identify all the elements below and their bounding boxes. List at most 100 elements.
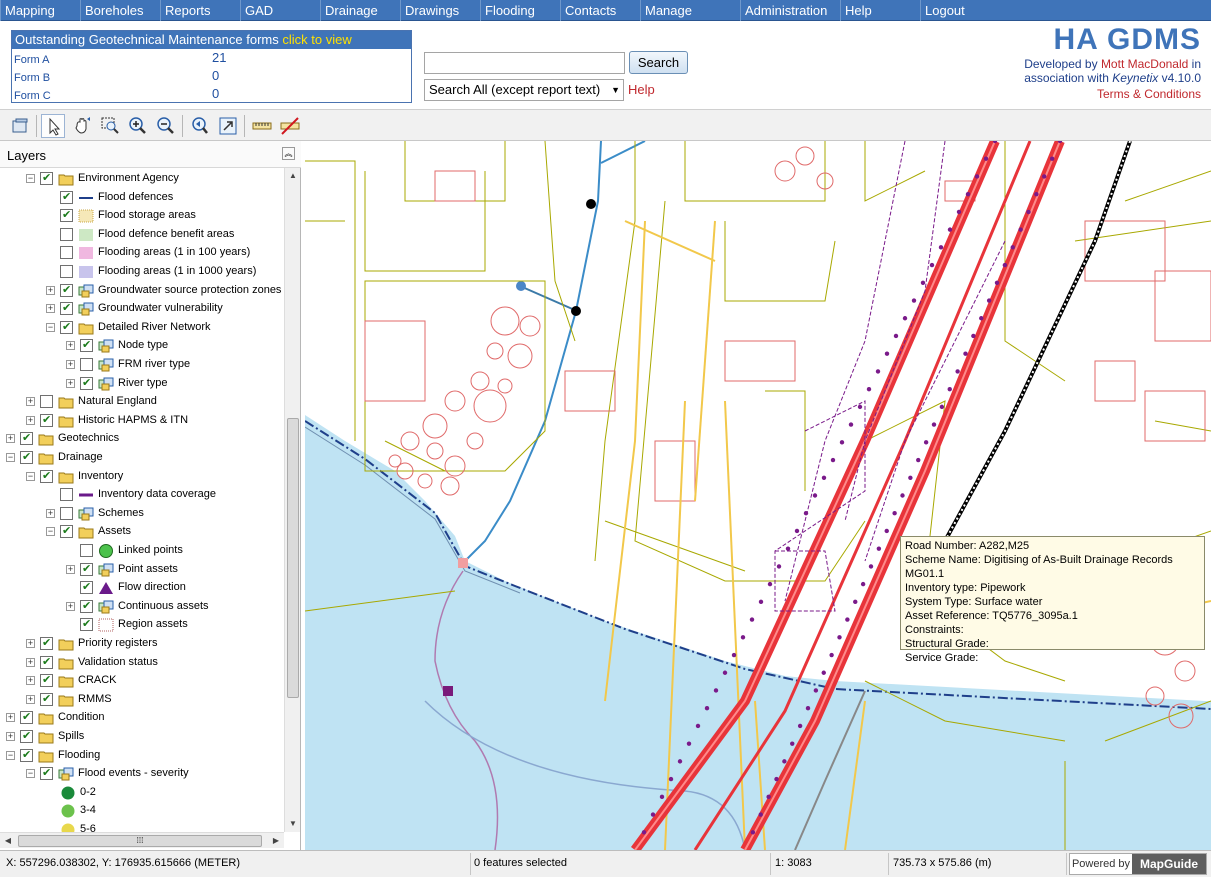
scroll-down-icon[interactable]: ▼ (285, 816, 301, 832)
layer-item-frm-river-type[interactable]: + FRM river type (0, 356, 284, 374)
layer-visibility-checkbox[interactable] (60, 488, 73, 502)
layer-item-condition[interactable]: + Condition (0, 709, 284, 727)
layer-item-schemes[interactable]: + Schemes (0, 505, 284, 523)
layer-visibility-checkbox[interactable] (20, 729, 33, 743)
layer-visibility-checkbox[interactable] (60, 246, 73, 260)
expand-icon[interactable]: + (26, 639, 35, 648)
menu-item-manage[interactable]: Manage (640, 0, 740, 21)
layer-item-flood-events-severity[interactable]: − Flood events - severity (0, 765, 284, 783)
layer-visibility-checkbox[interactable] (60, 190, 73, 204)
layer-item-spills[interactable]: + Spills (0, 728, 284, 746)
layer-visibility-checkbox[interactable] (40, 692, 53, 706)
layer-item-validation-status[interactable]: + Validation status (0, 654, 284, 672)
layer-visibility-checkbox[interactable] (40, 469, 53, 483)
layer-item-continuous-assets[interactable]: + Continuous assets (0, 598, 284, 616)
expand-icon[interactable]: + (46, 508, 55, 518)
layer-item-5-6[interactable]: 5-6 (0, 821, 284, 832)
menu-item-reports[interactable]: Reports (160, 0, 240, 21)
layer-item-drainage[interactable]: − Drainage (0, 449, 284, 467)
layer-item-natural-england[interactable]: + Natural England (0, 393, 284, 411)
layer-item-flood-storage-areas[interactable]: Flood storage areas (0, 207, 284, 225)
expand-icon[interactable]: + (66, 360, 75, 369)
layer-item-region-assets[interactable]: Region assets (0, 616, 284, 634)
expand-icon[interactable]: + (66, 601, 75, 611)
layer-item-inventory-data-coverage[interactable]: Inventory data coverage (0, 486, 284, 504)
layer-tree-vertical-scrollbar[interactable]: ▲ ▼ (284, 168, 300, 832)
expand-icon[interactable]: + (46, 285, 55, 295)
scroll-right-icon[interactable]: ▶ (268, 833, 284, 849)
collapse-icon[interactable]: − (26, 174, 35, 183)
layer-visibility-checkbox[interactable] (60, 265, 73, 278)
form-b-row[interactable]: Form B 0 (12, 67, 411, 85)
select-pointer-icon[interactable] (41, 114, 65, 138)
layer-visibility-checkbox[interactable] (20, 431, 33, 446)
layer-visibility-checkbox[interactable] (40, 395, 53, 409)
layer-visibility-checkbox[interactable] (80, 617, 93, 632)
zoom-out-icon[interactable] (154, 114, 178, 138)
layer-visibility-checkbox[interactable] (20, 710, 33, 725)
expand-icon[interactable]: + (26, 397, 35, 407)
layer-item-flooding[interactable]: − Flooding (0, 747, 284, 765)
expand-icon[interactable]: + (66, 378, 75, 388)
layer-visibility-checkbox[interactable] (80, 562, 93, 576)
layer-item-0-2[interactable]: 0-2 (0, 784, 284, 802)
layer-item-assets[interactable]: − Assets (0, 523, 284, 541)
expand-icon[interactable]: + (26, 415, 35, 425)
layer-item-3-4[interactable]: 3-4 (0, 802, 284, 820)
layer-visibility-checkbox[interactable] (80, 580, 93, 595)
layer-item-flooding-areas-1-in-100-years[interactable]: Flooding areas (1 in 100 years) (0, 244, 284, 262)
menu-item-drawings[interactable]: Drawings (400, 0, 480, 21)
scroll-left-icon[interactable]: ◀ (0, 833, 16, 849)
layer-item-environment-agency[interactable]: − Environment Agency (0, 170, 284, 188)
search-button[interactable]: Search (629, 51, 688, 74)
menu-item-contacts[interactable]: Contacts (560, 0, 640, 21)
expand-icon[interactable]: + (66, 564, 75, 574)
collapse-icon[interactable]: ︽ (282, 147, 295, 160)
layer-visibility-checkbox[interactable] (60, 320, 73, 334)
menu-item-help[interactable]: Help (840, 0, 920, 21)
layer-visibility-checkbox[interactable] (80, 599, 93, 613)
layer-item-point-assets[interactable]: + Point assets (0, 561, 284, 579)
expand-icon[interactable]: + (26, 657, 35, 667)
menu-item-flooding[interactable]: Flooding (480, 0, 560, 21)
layer-item-historic-hapms-itn[interactable]: + Historic HAPMS & ITN (0, 412, 284, 430)
menu-item-administration[interactable]: Administration (740, 0, 840, 21)
layer-visibility-checkbox[interactable] (80, 338, 93, 353)
expand-icon[interactable]: + (6, 732, 15, 741)
layer-visibility-checkbox[interactable] (40, 673, 53, 688)
layer-visibility-checkbox[interactable] (60, 208, 73, 223)
terms-link[interactable]: Terms & Conditions (1097, 87, 1201, 101)
layer-visibility-checkbox[interactable] (60, 524, 73, 539)
expand-icon[interactable]: + (6, 713, 15, 723)
layer-visibility-checkbox[interactable] (40, 171, 53, 185)
layer-visibility-checkbox[interactable] (40, 636, 53, 650)
layer-visibility-checkbox[interactable] (60, 283, 73, 297)
collapse-icon[interactable]: − (6, 453, 15, 462)
layer-tree-horizontal-scrollbar[interactable]: ◀ ⁞⁞⁞ ▶ (0, 832, 284, 848)
scrollbar-thumb[interactable] (287, 418, 299, 698)
layer-item-inventory[interactable]: − Inventory (0, 468, 284, 486)
form-c-row[interactable]: Form C 0 (12, 85, 411, 103)
layer-visibility-checkbox[interactable] (20, 748, 33, 762)
layer-visibility-checkbox[interactable] (40, 766, 53, 781)
layer-visibility-checkbox[interactable] (60, 227, 73, 241)
collapse-icon[interactable]: − (46, 527, 55, 537)
layer-item-node-type[interactable]: + Node type (0, 337, 284, 355)
click-to-view-link[interactable]: click to view (282, 32, 351, 47)
zoom-rectangle-icon[interactable] (98, 114, 122, 138)
layer-item-linked-points[interactable]: Linked points (0, 542, 284, 560)
collapse-icon[interactable]: − (46, 322, 55, 332)
help-link[interactable]: Help (628, 82, 655, 97)
collapse-icon[interactable]: − (26, 769, 35, 779)
collapse-icon[interactable]: − (26, 471, 35, 481)
form-a-row[interactable]: Form A 21 (12, 49, 411, 67)
expand-icon[interactable]: + (6, 434, 15, 444)
layer-visibility-checkbox[interactable] (40, 655, 53, 669)
layers-icon[interactable] (8, 114, 32, 138)
search-input[interactable] (424, 52, 625, 74)
zoom-previous-icon[interactable] (188, 114, 212, 138)
layer-item-flooding-areas-1-in-1000-years[interactable]: Flooding areas (1 in 1000 years) (0, 263, 284, 281)
layer-visibility-checkbox[interactable] (60, 301, 73, 316)
layer-visibility-checkbox[interactable] (40, 413, 53, 427)
scrollbar-thumb[interactable]: ⁞⁞⁞ (18, 835, 262, 847)
